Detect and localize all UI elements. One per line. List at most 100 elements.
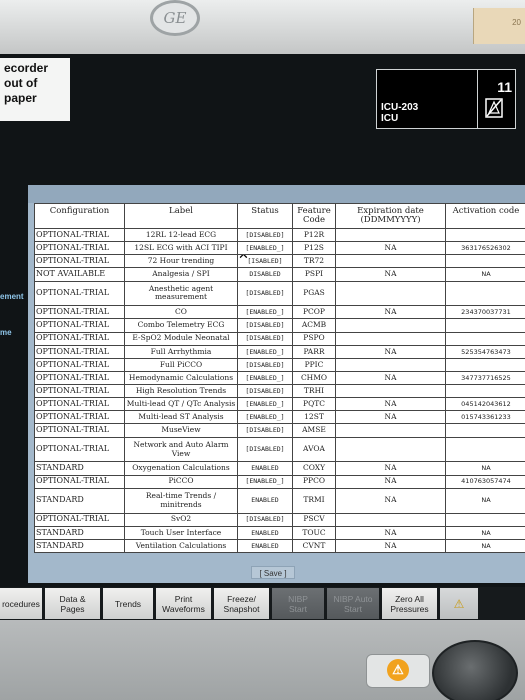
status-text: ENABLED [251, 496, 279, 505]
unit-info-box[interactable]: ICU-203 ICU 11 [376, 69, 516, 129]
feature-code-text: P12R [303, 229, 325, 239]
table-row[interactable]: STANDARD Ventilation Calculations ENABLED C… [34, 538, 525, 554]
table-row[interactable]: OPTIONAL-TRIAL 12SL ECG with ACI TIPI [ENA… [34, 241, 525, 256]
trim-knob[interactable] [432, 640, 518, 700]
status-cell: ENABLED [237, 538, 293, 554]
configuration-text: STANDARD [36, 540, 84, 550]
activation-code-cell [445, 280, 525, 307]
zero-all-pressures-button[interactable]: Zero All Pressures [382, 588, 437, 619]
label-cell: High Resolution Trends [124, 384, 238, 399]
configuration-text: OPTIONAL-TRIAL [36, 385, 110, 395]
expiration-text: NA [384, 463, 397, 473]
label-text: SvO2 [170, 514, 192, 524]
table-row[interactable]: OPTIONAL-TRIAL E-SpO2 Module Neonatal [DIS… [34, 331, 525, 346]
nibp-auto-start-button[interactable]: NIBP Auto Start [327, 588, 379, 619]
label-cell: Anesthetic agent measurement [124, 280, 238, 307]
label-text: CO [175, 307, 187, 317]
feature-code-text: TRHI [303, 385, 325, 395]
expiration-cell: NA [335, 525, 446, 540]
status-text: [DISABLED] [245, 321, 285, 330]
freeze-snapshot-button[interactable]: Freeze/ Snapshot [214, 588, 269, 619]
label-cell: 12SL ECG with ACI TIPI [124, 241, 238, 256]
table-row[interactable]: OPTIONAL-TRIAL Multi-lead QT / QTc Analys… [34, 397, 525, 412]
column-header: Configuration [34, 203, 125, 229]
status-text: [DISABLED] [245, 445, 285, 454]
print-waveforms-button[interactable]: Print Waveforms [156, 588, 211, 619]
feature-code-text: CHMO [300, 372, 328, 382]
table-row[interactable]: OPTIONAL-TRIAL Combo Telemetry ECG [DISABL… [34, 318, 525, 333]
expiration-cell [335, 436, 446, 463]
label-cell: Real-time Trends / minitrends [124, 487, 238, 514]
activation-code-text: NA [481, 496, 491, 505]
alarm-audio-pause-key[interactable]: ⚠ [366, 654, 430, 688]
table-row[interactable]: OPTIONAL-TRIAL MuseView [DISABLED] AMSE [34, 423, 525, 438]
table-row[interactable]: OPTIONAL-TRIAL High Resolution Trends [DIS… [34, 384, 525, 399]
side-labels: ement me [0, 292, 30, 364]
bed-name: ICU-203 [381, 102, 419, 113]
expiration-cell: NA [335, 487, 446, 514]
table-row[interactable]: OPTIONAL-TRIAL Hemodynamic Calculations [E… [34, 370, 525, 386]
feature-code-text: ACMB [301, 320, 327, 330]
expiration-cell [335, 331, 446, 346]
expiration-cell: NA [335, 344, 446, 359]
table-row[interactable]: OPTIONAL-TRIAL Anesthetic agent measureme… [34, 280, 525, 307]
status-text: [DISABLED] [245, 334, 285, 343]
label-cell: SvO2 [124, 512, 238, 527]
table-row[interactable]: OPTIONAL-TRIAL PiCCO [ENABLED_] PPCO NA 41076… [34, 474, 525, 489]
feature-code-text: TOUC [302, 527, 326, 537]
label-cell: PiCCO [124, 474, 238, 489]
configuration-cell: OPTIONAL-TRIAL [34, 512, 125, 527]
procedures-button[interactable]: rocedures [0, 588, 42, 619]
configuration-text: OPTIONAL-TRIAL [36, 346, 110, 356]
expiration-text: NA [384, 399, 397, 409]
label-cell: Hemodynamic Calculations [124, 370, 238, 386]
feature-code-text: P12S [304, 242, 324, 252]
table-row[interactable]: STANDARD Real-time Trends / minitrends ENA… [34, 487, 525, 514]
feature-code-text: CVNT [302, 540, 326, 550]
data-pages-button[interactable]: Data & Pages [45, 588, 100, 619]
label-cell: 72 Hour trending [124, 254, 238, 269]
label-text: Network and Auto Alarm View [133, 440, 229, 458]
expiration-text: NA [384, 476, 397, 486]
table-row[interactable]: STANDARD Touch User Interface ENABLED TOUC N… [34, 525, 525, 540]
trends-button[interactable]: Trends [103, 588, 153, 619]
table-row[interactable]: STANDARD Oxygenation Calculations ENABLED C… [34, 461, 525, 476]
expiration-cell: NA [335, 241, 446, 256]
table-row[interactable]: OPTIONAL-TRIAL SvO2 [DISABLED] PSCV [34, 512, 525, 527]
expiration-cell [335, 384, 446, 399]
alarm-message[interactable]: ecorder out of paper [0, 58, 70, 121]
activation-code-text: NA [481, 464, 491, 473]
configuration-text: OPTIONAL-TRIAL [36, 372, 110, 382]
expiration-text: NA [384, 540, 397, 550]
table-row[interactable]: OPTIONAL-TRIAL CO [ENABLED_] PCOP NA 23437003… [34, 305, 525, 320]
status-text: [ISABLED] [247, 257, 283, 266]
table-row[interactable]: OPTIONAL-TRIAL 12RL 12-lead ECG [DISABLED]… [34, 227, 525, 243]
table-row[interactable]: OPTIONAL-TRIAL Network and Auto Alarm Vie… [34, 436, 525, 463]
configuration-cell: OPTIONAL-TRIAL [34, 357, 125, 372]
table-row[interactable]: OPTIONAL-TRIAL Multi-lead ST Analysis [ENA… [34, 410, 525, 425]
activation-code-cell: 015743361233 [445, 410, 525, 425]
configuration-cell: OPTIONAL-TRIAL [34, 305, 125, 320]
nibp-start-button[interactable]: NIBP Start [272, 588, 324, 619]
table-row[interactable]: OPTIONAL-TRIAL 72 Hour trending ✕ [ISABLED]… [34, 254, 525, 269]
activation-code-text: NA [481, 541, 491, 550]
monitor-bezel-top: GE 20 [0, 0, 525, 54]
feature-code-cell: AMSE [292, 423, 336, 438]
save-button[interactable]: [ Save ] [251, 566, 295, 579]
activation-code-text: 410763057474 [461, 477, 511, 486]
configuration-cell: OPTIONAL-TRIAL [34, 280, 125, 307]
label-cell: Analgesia / SPI [124, 267, 238, 282]
alarm-setup-button[interactable]: ⚠ [440, 588, 478, 619]
configuration-cell: OPTIONAL-TRIAL [34, 474, 125, 489]
logo-text: GE [163, 9, 187, 27]
label-cell: Network and Auto Alarm View [124, 436, 238, 463]
label-cell: 12RL 12-lead ECG [124, 227, 238, 243]
label-text: 12SL ECG with ACI TIPI [134, 242, 228, 252]
table-row[interactable]: NOT AVAILABLE Analgesia / SPI DISABLED PSPI… [34, 267, 525, 282]
activation-code-text: 525354763473 [461, 347, 511, 356]
dialog-header [28, 185, 525, 203]
feature-code-cell: CVNT [292, 538, 336, 554]
table-row[interactable]: OPTIONAL-TRIAL Full PiCCO [DISABLED] PPIC [34, 357, 525, 372]
status-cell: [DISABLED] [237, 423, 293, 438]
table-row[interactable]: OPTIONAL-TRIAL Full Arrhythmia [ENABLED_] P… [34, 344, 525, 359]
